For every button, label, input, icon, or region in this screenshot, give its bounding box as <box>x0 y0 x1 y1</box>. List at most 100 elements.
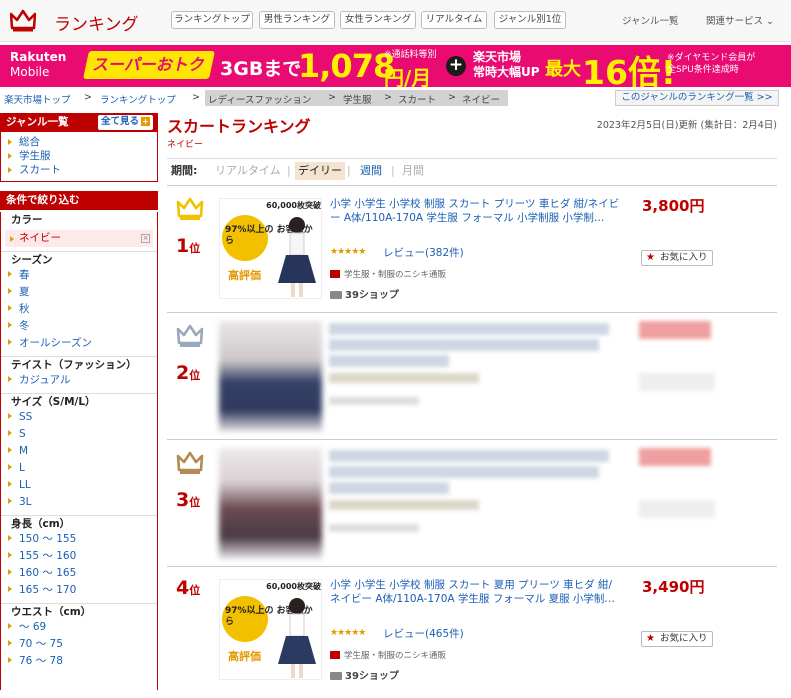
season-spring[interactable]: 春 <box>1 267 157 284</box>
height-filter-title: 身長（cm） <box>1 515 157 531</box>
product-image[interactable]: 60,000枚突破 97%以上の お客様から 高評価 <box>219 198 322 299</box>
breadcrumb-sep: > <box>328 92 336 103</box>
blurred-product-image[interactable] <box>219 448 322 559</box>
size-l[interactable]: L <box>1 460 157 477</box>
height-165-170[interactable]: 165 ～ 170 <box>1 582 157 599</box>
height-160-165[interactable]: 160 ～ 165 <box>1 565 157 582</box>
tab-daily[interactable]: デイリー <box>295 162 345 180</box>
filter-heading: 条件で絞り込む <box>0 191 158 210</box>
see-all-button[interactable]: 全て見る + <box>97 115 153 130</box>
shop-count[interactable]: 39ショップ <box>330 667 399 682</box>
product-image[interactable]: 60,000枚突破 97%以上の お客様から 高評価 <box>219 579 322 680</box>
genre-ranking-list-link[interactable]: このジャンルのランキング一覧 >> <box>615 90 779 106</box>
thumb-banner: 60,000枚突破 <box>266 201 321 210</box>
waist-76-78[interactable]: 76 ～ 78 <box>1 653 157 670</box>
product-title-link[interactable]: 小学 小学生 小学校 制服 スカート プリーツ 車ヒダ 紺/ネイビー A体/11… <box>330 197 620 225</box>
season-filter-title: シーズン <box>1 251 157 267</box>
size-m[interactable]: M <box>1 443 157 460</box>
silver-crown-icon <box>176 324 204 347</box>
blurred-product-image[interactable] <box>219 321 322 432</box>
nav-men-ranking[interactable]: 男性ランキング <box>259 11 335 29</box>
page-subtitle: ネイビー <box>167 140 204 150</box>
breadcrumb-rakuten-top[interactable]: 楽天市場トップ <box>4 92 71 106</box>
review-link[interactable]: レビュー(465件) <box>383 626 464 641</box>
product-price: 3,800円 <box>642 197 705 215</box>
truck-icon <box>330 291 342 299</box>
tab-monthly[interactable]: 月間 <box>402 159 424 183</box>
size-3l[interactable]: 3L <box>1 494 157 511</box>
waist-69[interactable]: ～ 69 <box>1 619 157 636</box>
related-services-menu[interactable]: 関連サービス ⌄ <box>706 13 774 27</box>
favorite-button[interactable]: ★ お気に入り <box>641 250 713 266</box>
tab-realtime[interactable]: リアルタイム <box>215 159 281 183</box>
genre-list-box: 総合 学生服 スカート <box>0 132 158 182</box>
remove-filter-icon[interactable]: × <box>141 234 150 243</box>
blurred-title <box>329 339 599 351</box>
blurred-title <box>329 450 609 462</box>
filter-box: カラー ネイビー × シーズン 春 夏 秋 冬 オールシーズン テイスト（ファッ… <box>0 212 158 690</box>
thumb-high-rating: 高評価 <box>228 650 261 663</box>
breadcrumb-skirt[interactable]: スカート <box>398 92 436 106</box>
shop-count-label: 39ショップ <box>345 290 399 301</box>
banner-ichiba: 楽天市場 常時大幅UP <box>473 50 540 80</box>
rank-value: 3 <box>176 489 190 511</box>
banner-multiplier: 16倍! <box>582 53 676 87</box>
nav-genre-first[interactable]: ジャンル別1位 <box>494 11 566 29</box>
product-title-link[interactable]: 小学 小学生 小学校 制服 スカート 夏用 プリーツ 車ヒダ 紺/ネイビー A体… <box>330 578 620 606</box>
nav-women-ranking[interactable]: 女性ランキング <box>340 11 416 29</box>
favorite-label: お気に入り <box>660 252 708 263</box>
shop-icon <box>330 270 340 278</box>
banner-note-spu-line1: ※ダイヤモンド会員が <box>667 53 756 63</box>
ranking-item: 1位 60,000枚突破 97%以上の お客様から 高評価 小学 小学生 小学校… <box>167 186 777 313</box>
season-all[interactable]: オールシーズン <box>1 335 157 352</box>
promo-banner[interactable]: Rakuten Mobile スーパーおトク 3GBまで 1,078 ※通話料等… <box>0 45 791 87</box>
size-ll[interactable]: LL <box>1 477 157 494</box>
height-155-160[interactable]: 155 ～ 160 <box>1 548 157 565</box>
breadcrumb-school-uniform[interactable]: 学生服 <box>343 92 372 106</box>
banner-max: 最大 <box>545 59 581 80</box>
shop-count[interactable]: 39ショップ <box>330 286 399 301</box>
taste-casual[interactable]: カジュアル <box>1 372 157 389</box>
rating-stars-icon: ★★★★★ <box>330 628 366 638</box>
blurred-price <box>639 321 711 339</box>
breadcrumb-ranking-top[interactable]: ランキングトップ <box>100 92 176 106</box>
banner-brand-line1: Rakuten <box>10 50 67 64</box>
period-separator: | <box>287 164 291 177</box>
review-link[interactable]: レビュー(382件) <box>383 245 464 260</box>
size-ss[interactable]: SS <box>1 409 157 426</box>
sidebar-genre-skirt[interactable]: スカート <box>1 163 157 177</box>
rank-number: 3位 <box>176 489 210 511</box>
period-separator: | <box>391 164 395 177</box>
nav-realtime[interactable]: リアルタイム <box>421 11 487 29</box>
season-summer[interactable]: 夏 <box>1 284 157 301</box>
blurred-review <box>329 373 479 383</box>
shop-name[interactable]: 学生服・制服のニシキ通販 <box>330 649 446 661</box>
nav-ranking-top[interactable]: ランキングトップ <box>171 11 253 29</box>
blurred-title <box>329 482 449 494</box>
blurred-favorite <box>639 373 715 391</box>
sidebar-genre-school-uniform[interactable]: 学生服 <box>1 149 157 163</box>
season-winter[interactable]: 冬 <box>1 318 157 335</box>
favorite-button[interactable]: ★ お気に入り <box>641 631 713 647</box>
rank-number: 2位 <box>176 362 210 384</box>
sidebar-genre-all[interactable]: 総合 <box>1 135 157 149</box>
banner-ichiba-line1: 楽天市場 <box>473 50 522 64</box>
tab-weekly[interactable]: 週間 <box>360 159 382 183</box>
shop-name[interactable]: 学生服・制服のニシキ通販 <box>330 268 446 280</box>
banner-note-spu: ※ダイヤモンド会員が 全SPU条件達成時 <box>667 52 755 76</box>
shop-name-label: 学生服・制服のニシキ通販 <box>344 651 447 661</box>
height-150-155[interactable]: 150 ～ 155 <box>1 531 157 548</box>
genre-list-link[interactable]: ジャンル一覧 <box>622 13 679 27</box>
breadcrumb-ladies-fashion[interactable]: レディースファッション <box>208 92 311 106</box>
season-autumn[interactable]: 秋 <box>1 301 157 318</box>
crown-logo-icon[interactable] <box>10 8 36 32</box>
shop-icon <box>330 651 340 659</box>
updated-date: 2023年2月5日(日)更新 (集計日：2月4日) <box>596 120 777 131</box>
rank-suffix: 位 <box>189 496 201 509</box>
selected-color-navy[interactable]: ネイビー × <box>5 230 153 247</box>
shop-count-label: 39ショップ <box>345 671 399 682</box>
rank-suffix: 位 <box>189 369 201 382</box>
waist-70-75[interactable]: 70 ～ 75 <box>1 636 157 653</box>
ranking-logo-text[interactable]: ランキング <box>54 10 139 35</box>
size-s[interactable]: S <box>1 426 157 443</box>
